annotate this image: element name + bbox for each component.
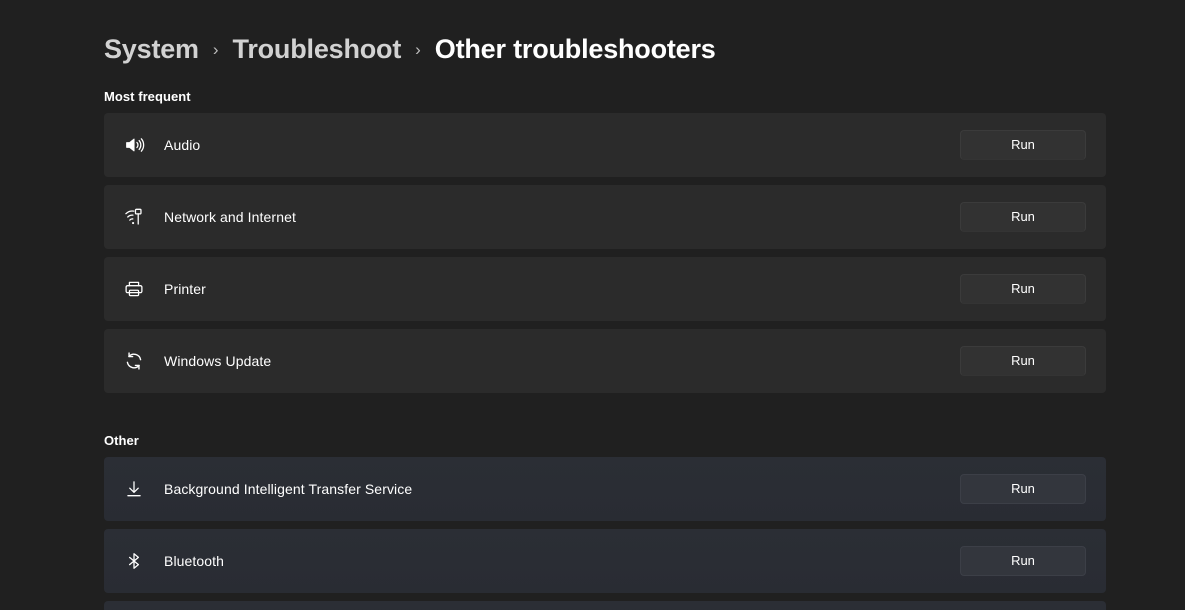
- troubleshooter-label: Printer: [164, 281, 206, 297]
- run-button[interactable]: Run: [960, 202, 1086, 232]
- troubleshooter-label: Windows Update: [164, 353, 272, 369]
- breadcrumb-separator-icon: ›: [212, 40, 219, 59]
- breadcrumb-item-other-troubleshooters: Other troubleshooters: [434, 34, 716, 64]
- network-icon: [104, 206, 164, 228]
- download-icon: [104, 478, 164, 500]
- troubleshooter-label: Background Intelligent Transfer Service: [164, 481, 413, 497]
- troubleshooter-row-audio[interactable]: Audio Run: [104, 113, 1106, 177]
- other-troubleshooters-page: System › Troubleshoot › Other troublesho…: [0, 0, 1185, 610]
- breadcrumb-item-troubleshoot[interactable]: Troubleshoot: [233, 31, 402, 67]
- troubleshooter-label: Audio: [164, 137, 201, 153]
- troubleshooter-label: Network and Internet: [164, 209, 296, 225]
- troubleshooter-list-other: Background Intelligent Transfer Service …: [104, 457, 1106, 610]
- troubleshooter-row-partial[interactable]: [104, 601, 1106, 610]
- troubleshooter-row-bluetooth[interactable]: Bluetooth Run: [104, 529, 1106, 593]
- section-heading-other: Other: [104, 433, 139, 448]
- speaker-icon: [104, 134, 164, 156]
- breadcrumb-item-system[interactable]: System: [104, 31, 199, 67]
- troubleshooter-row-network-and-internet[interactable]: Network and Internet Run: [104, 185, 1106, 249]
- run-button[interactable]: Run: [960, 346, 1086, 376]
- troubleshooter-row-windows-update[interactable]: Windows Update Run: [104, 329, 1106, 393]
- troubleshooter-row-background-intelligent-transfer-service[interactable]: Background Intelligent Transfer Service …: [104, 457, 1106, 521]
- troubleshooter-row-printer[interactable]: Printer Run: [104, 257, 1106, 321]
- breadcrumb: System › Troubleshoot › Other troublesho…: [104, 31, 716, 71]
- run-button[interactable]: Run: [960, 546, 1086, 576]
- bluetooth-icon: [104, 550, 164, 572]
- troubleshooter-list-most-frequent: Audio Run Network and Internet Run Print…: [104, 113, 1106, 401]
- printer-icon: [104, 278, 164, 300]
- breadcrumb-separator-icon: ›: [415, 40, 421, 59]
- run-button[interactable]: Run: [960, 474, 1086, 504]
- run-button[interactable]: Run: [960, 274, 1086, 304]
- sync-icon: [104, 350, 164, 372]
- troubleshooter-label: Bluetooth: [164, 553, 225, 569]
- run-button[interactable]: Run: [960, 130, 1086, 160]
- section-heading-most-frequent: Most frequent: [104, 89, 191, 104]
